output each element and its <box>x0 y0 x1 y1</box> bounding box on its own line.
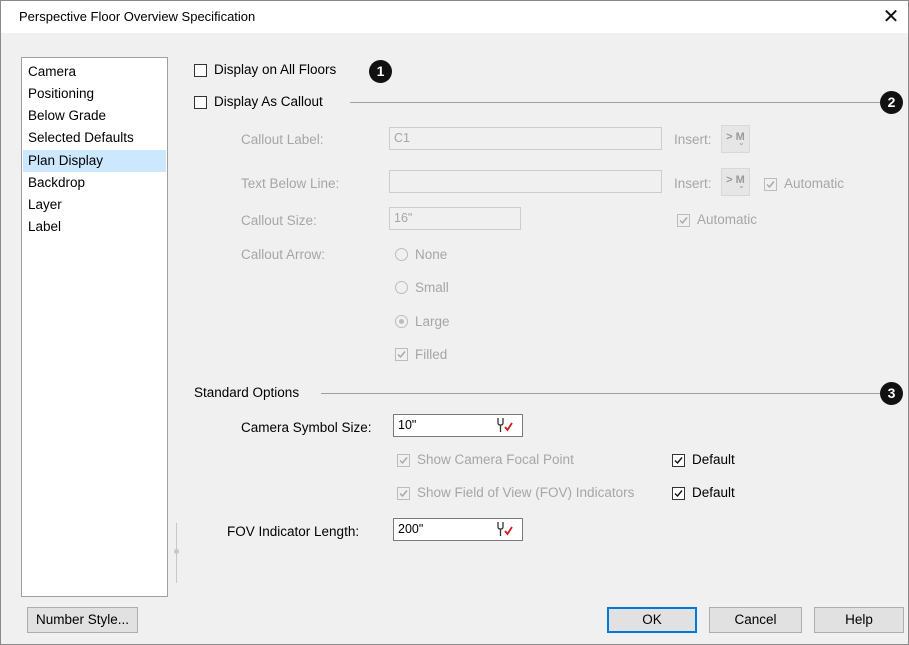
camera-symbol-size-value: 10" <box>398 418 417 432</box>
wrench-default-icon[interactable] <box>495 520 515 538</box>
callout-insert-macro-button[interactable]: > M ⌄ <box>721 125 750 153</box>
callout-size-field[interactable]: 16" <box>389 207 521 230</box>
chevron-down-icon: ⌄ <box>738 181 745 190</box>
callout-badge-1: 1 <box>369 60 392 83</box>
window-title: Perspective Floor Overview Specification <box>19 9 256 24</box>
arrow-large-label: Large <box>415 314 450 329</box>
fov-length-label: FOV Indicator Length: <box>227 524 360 539</box>
nav-item-backdrop[interactable]: Backdrop <box>23 172 166 194</box>
close-icon[interactable]: ✕ <box>878 4 904 30</box>
arrow-small-label: Small <box>415 280 449 295</box>
nav-item-label[interactable]: Label <box>23 216 166 238</box>
radio-selected-dot <box>399 319 404 324</box>
display-as-callout-checkbox[interactable] <box>194 96 207 109</box>
callout-arrow-label: Callout Arrow: <box>241 247 326 262</box>
title-bar: Perspective Floor Overview Specification… <box>1 1 908 33</box>
standard-options-heading: Standard Options <box>194 385 300 400</box>
splitter-grip-icon <box>174 549 179 554</box>
display-all-floors-checkbox[interactable] <box>194 64 207 77</box>
camera-symbol-size-label: Camera Symbol Size: <box>241 420 372 435</box>
arrow-filled-label: Filled <box>415 347 448 362</box>
check-icon <box>399 457 408 465</box>
check-icon <box>766 181 775 189</box>
number-style-button[interactable]: Number Style... <box>27 607 138 633</box>
fov-default-checkbox[interactable] <box>672 487 685 500</box>
arrow-small-radio[interactable] <box>395 281 408 294</box>
arrow-none-label: None <box>415 247 448 262</box>
text-below-line-label: Text Below Line: <box>241 176 340 191</box>
nav-item-below-grade[interactable]: Below Grade <box>23 105 166 127</box>
callout-section-divider <box>350 102 880 103</box>
chevron-down-icon: ⌄ <box>738 138 745 147</box>
text-below-automatic-label: Automatic <box>784 176 845 191</box>
text-below-automatic-checkbox[interactable] <box>764 178 777 191</box>
wrench-default-icon[interactable] <box>495 416 515 434</box>
arrow-large-radio[interactable] <box>395 315 408 328</box>
ok-button[interactable]: OK <box>607 607 697 633</box>
callout-size-label: Callout Size: <box>241 213 317 228</box>
show-fov-label: Show Field of View (FOV) Indicators <box>417 485 635 500</box>
show-focal-point-checkbox[interactable] <box>397 454 410 467</box>
check-icon <box>397 351 406 359</box>
text-below-insert-macro-button[interactable]: > M ⌄ <box>721 168 750 196</box>
callout-label-field[interactable]: C1 <box>389 127 662 150</box>
focal-default-label: Default <box>692 452 735 467</box>
check-icon <box>674 490 683 498</box>
show-focal-point-label: Show Camera Focal Point <box>417 452 574 467</box>
check-icon <box>679 217 688 225</box>
callout-badge-3: 3 <box>880 382 903 405</box>
arrow-none-radio[interactable] <box>395 248 408 261</box>
help-button[interactable]: Help <box>814 607 904 633</box>
focal-default-checkbox[interactable] <box>672 454 685 467</box>
standard-options-divider <box>321 393 880 394</box>
category-list[interactable]: Camera Positioning Below Grade Selected … <box>21 57 168 597</box>
fov-length-value: 200" <box>398 522 424 536</box>
nav-item-positioning[interactable]: Positioning <box>23 83 166 105</box>
nav-item-layer[interactable]: Layer <box>23 194 166 216</box>
fov-default-label: Default <box>692 485 735 500</box>
display-as-callout-label: Display As Callout <box>214 94 323 109</box>
check-icon <box>674 457 683 465</box>
check-icon <box>399 490 408 498</box>
callout-badge-2: 2 <box>880 91 903 114</box>
show-fov-checkbox[interactable] <box>397 487 410 500</box>
cancel-button[interactable]: Cancel <box>709 607 802 633</box>
callout-label-label: Callout Label: <box>241 132 324 147</box>
arrow-filled-checkbox[interactable] <box>395 348 408 361</box>
text-below-line-field[interactable] <box>389 170 662 193</box>
display-all-floors-label: Display on All Floors <box>214 62 337 77</box>
callout-insert-label: Insert: <box>674 132 712 147</box>
dialog-window: Perspective Floor Overview Specification… <box>0 0 909 645</box>
callout-size-automatic-label: Automatic <box>697 212 758 227</box>
nav-item-plan-display[interactable]: Plan Display <box>23 150 166 172</box>
callout-size-automatic-checkbox[interactable] <box>677 214 690 227</box>
nav-item-camera[interactable]: Camera <box>23 61 166 83</box>
nav-item-selected-defaults[interactable]: Selected Defaults <box>23 127 166 149</box>
text-below-insert-label: Insert: <box>674 176 712 191</box>
